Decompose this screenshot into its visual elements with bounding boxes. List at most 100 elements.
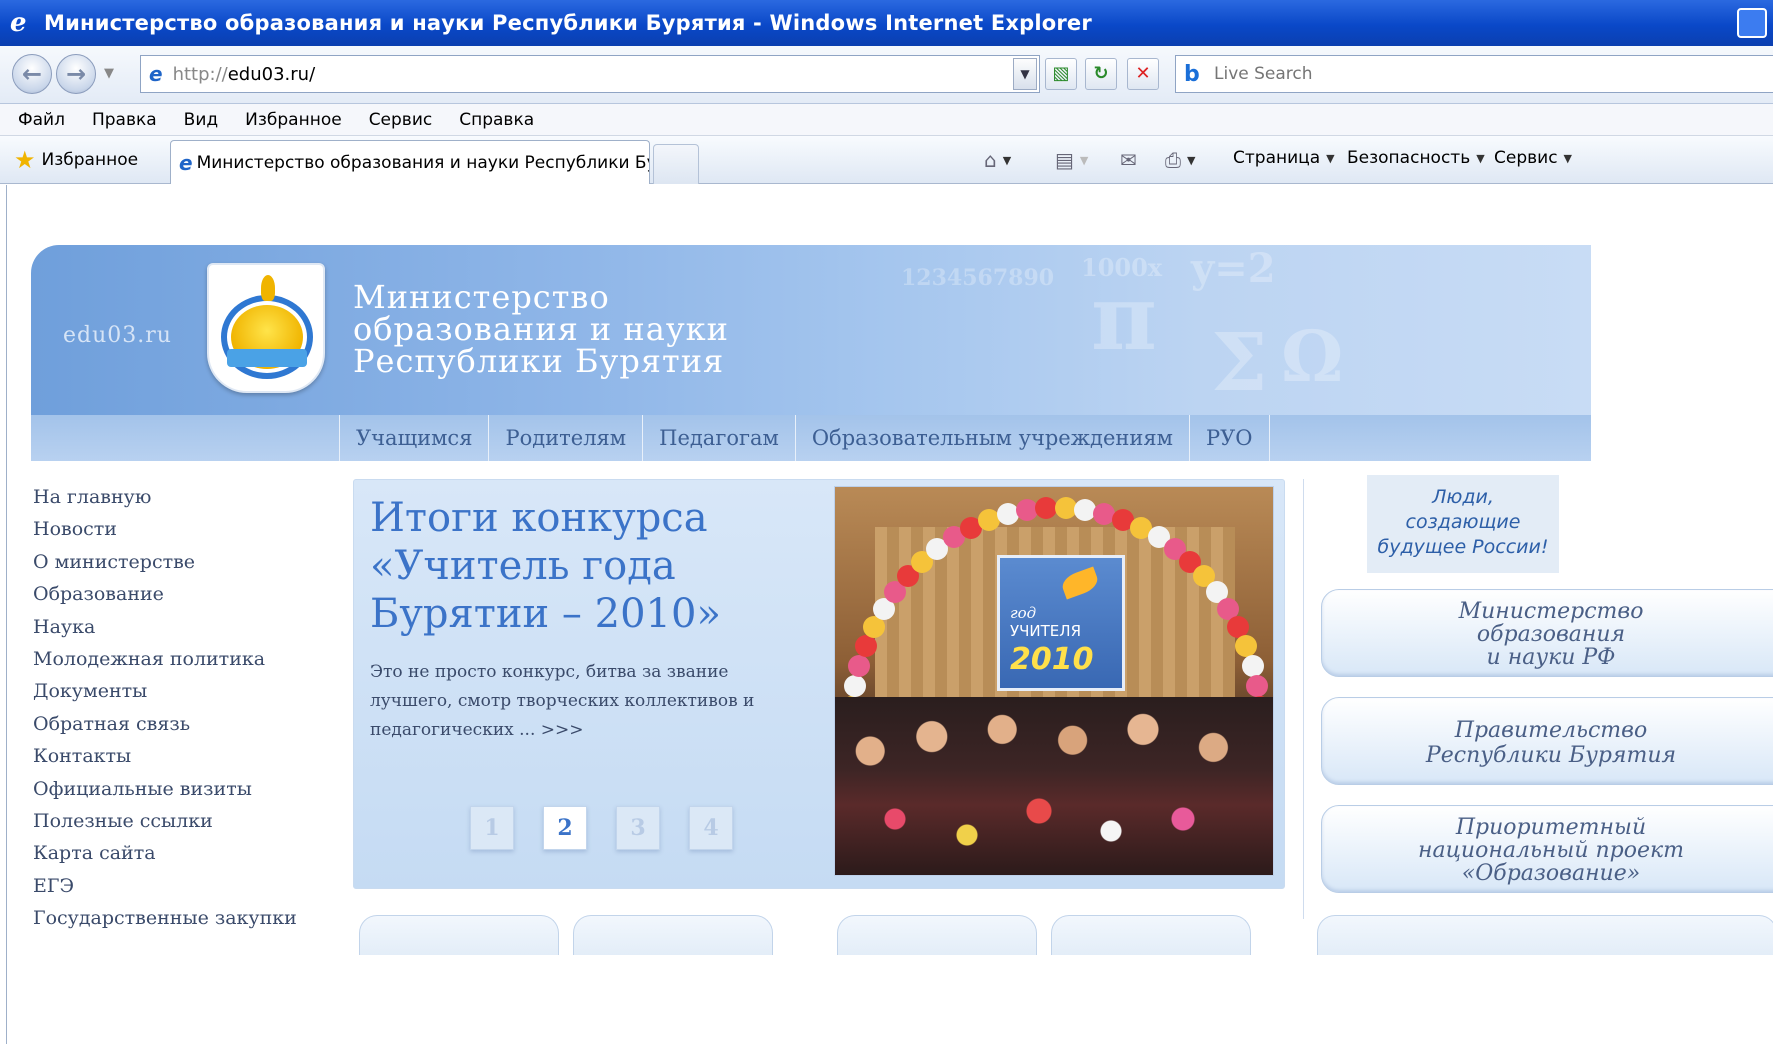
bottom-tab-5[interactable] [1317, 915, 1773, 955]
bottom-tab-3[interactable] [837, 915, 1037, 955]
nav-parents[interactable]: Родителям [489, 415, 644, 461]
menu-favorites[interactable]: Избранное [245, 110, 342, 130]
bird-logo-icon [1059, 566, 1101, 600]
stop-icon[interactable]: ✕ [1127, 58, 1159, 90]
live-search-icon: b [1184, 62, 1200, 87]
url-field[interactable]: e http://edu03.ru/ ▼ [140, 55, 1040, 93]
compatibility-view-icon[interactable]: ▧ [1045, 58, 1077, 90]
feeds-button[interactable]: ▤ ▼ [1055, 148, 1088, 172]
menu-view[interactable]: Вид [184, 110, 218, 130]
printer-icon: ⎙ [1165, 148, 1181, 172]
pager-page-1[interactable]: 1 [470, 806, 514, 850]
back-button[interactable]: ← [12, 54, 52, 94]
tab-page-icon: e [179, 150, 193, 175]
page-menu[interactable]: Страница ▼ [1233, 148, 1335, 168]
read-mail-button[interactable]: ✉ [1120, 148, 1137, 172]
page-content: 1234567890 π Σ Ω 1000x y=2 edu03.ru Мини… [6, 185, 1773, 1044]
tab-active[interactable]: e Министерство образования и науки Респу… [170, 140, 650, 184]
featured-news: Итоги конкурса «Учитель года Бурятии – 2… [353, 479, 1285, 889]
search-input[interactable] [1214, 64, 1614, 84]
balloon [848, 655, 871, 678]
tab-title: Министерство образования и науки Республ… [196, 152, 650, 173]
ie-logo-icon: ℯ [10, 8, 27, 38]
bottom-tab-2[interactable] [573, 915, 773, 955]
menu-tools[interactable]: Сервис [369, 110, 433, 130]
forward-button[interactable]: → [56, 54, 96, 94]
column-divider [1303, 479, 1304, 919]
banner-decor-power: 1000x [1081, 253, 1163, 282]
search-field[interactable]: b [1175, 55, 1773, 93]
balloon [843, 675, 866, 698]
ministry-title[interactable]: Министерство образования и науки Республ… [353, 281, 729, 377]
favorites-button[interactable]: ★ Избранное [14, 146, 138, 174]
banner-decor-digits: 1234567890 [901, 265, 1055, 291]
top-navigation: Учащимся Родителям Педагогам Образовател… [31, 415, 1591, 461]
balloon [1235, 635, 1258, 658]
people-banner[interactable]: Люди, создающие будущее России! [1367, 475, 1559, 573]
menu-bar: Файл Правка Вид Избранное Сервис Справка [0, 104, 1773, 136]
pager-page-3[interactable]: 3 [616, 806, 660, 850]
history-dropdown-icon[interactable]: ▼ [104, 66, 114, 81]
menu-link-useful-links[interactable]: Полезные ссылки [33, 805, 333, 837]
menu-link-procurement[interactable]: Государственные закупки [33, 902, 333, 934]
tools-menu[interactable]: Сервис ▼ [1494, 148, 1572, 168]
menu-link-documents[interactable]: Документы [33, 675, 333, 707]
menu-link-news[interactable]: Новости [33, 513, 333, 545]
site-banner: 1234567890 π Σ Ω 1000x y=2 edu03.ru Мини… [31, 245, 1591, 415]
bottom-tab-4[interactable] [1051, 915, 1251, 955]
rss-icon: ▤ [1055, 148, 1074, 172]
pager-page-2[interactable]: 2 [543, 806, 587, 850]
banner-decor-omega: Ω [1281, 315, 1344, 398]
buryatia-coat-of-arms-icon[interactable] [207, 263, 325, 393]
address-bar: ← → ▼ e http://edu03.ru/ ▼ ▧ ↻ ✕ b [0, 46, 1773, 104]
window-titlebar: ℯ Министерство образования и науки Респу… [0, 0, 1773, 46]
menu-link-contacts[interactable]: Контакты [33, 740, 333, 772]
menu-link-youth-policy[interactable]: Молодежная политика [33, 643, 333, 675]
menu-link-official-visits[interactable]: Официальные визиты [33, 773, 333, 805]
menu-link-science[interactable]: Наука [33, 611, 333, 643]
link-government-buryatia[interactable]: Правительство Республики Бурятия [1321, 697, 1773, 785]
menu-file[interactable]: Файл [18, 110, 65, 130]
banner-decor-formula: y=2 [1191, 245, 1276, 292]
mail-icon: ✉ [1120, 148, 1137, 172]
nav-teachers[interactable]: Педагогам [643, 415, 796, 461]
home-button[interactable]: ⌂ ▼ [984, 148, 1011, 172]
menu-link-education[interactable]: Образование [33, 578, 333, 610]
featured-photo[interactable]: год УЧИТЕЛЯ 2010 [834, 486, 1274, 876]
new-tab-button[interactable] [653, 144, 699, 184]
site-domain: edu03.ru [63, 323, 172, 348]
security-menu[interactable]: Безопасность ▼ [1347, 148, 1485, 168]
menu-help[interactable]: Справка [459, 110, 534, 130]
balloon [854, 635, 877, 658]
url-dropdown-icon[interactable]: ▼ [1013, 58, 1037, 90]
menu-link-feedback[interactable]: Обратная связь [33, 708, 333, 740]
print-button[interactable]: ⎙ ▼ [1165, 148, 1195, 172]
url-text[interactable]: http://edu03.ru/ [173, 64, 316, 85]
pager-page-4[interactable]: 4 [689, 806, 733, 850]
nav-institutions[interactable]: Образовательным учреждениям [796, 415, 1190, 461]
menu-link-ege[interactable]: ЕГЭ [33, 870, 333, 902]
link-ministry-rf[interactable]: Министерство образования и науки РФ [1321, 589, 1773, 677]
menu-link-home[interactable]: На главную [33, 481, 333, 513]
menu-link-about[interactable]: О министерстве [33, 546, 333, 578]
favorites-bar: ★ Избранное e Министерство образования и… [0, 136, 1773, 184]
teacher-year-poster: год УЧИТЕЛЯ 2010 [997, 555, 1125, 691]
menu-edit[interactable]: Правка [92, 110, 157, 130]
featured-text[interactable]: Это не просто конкурс, битва за звание л… [370, 658, 810, 745]
featured-title[interactable]: Итоги конкурса «Учитель года Бурятии – 2… [370, 494, 810, 638]
banner-decor-sigma: Σ [1211, 315, 1268, 409]
slide-pager: 1 2 3 4 [470, 806, 762, 850]
page-icon: e [149, 62, 163, 86]
minimize-button[interactable] [1737, 8, 1767, 38]
link-national-project[interactable]: Приоритетный национальный проект «Образо… [1321, 805, 1773, 893]
balloon [1241, 655, 1264, 678]
refresh-icon[interactable]: ↻ [1085, 58, 1117, 90]
balloon [1246, 675, 1269, 698]
balloon [1035, 497, 1058, 520]
menu-link-sitemap[interactable]: Карта сайта [33, 837, 333, 869]
star-icon: ★ [14, 146, 36, 174]
window-title: Министерство образования и науки Республ… [44, 11, 1092, 35]
nav-students[interactable]: Учащимся [339, 415, 490, 461]
bottom-tab-1[interactable] [359, 915, 559, 955]
nav-ruo[interactable]: РУО [1190, 415, 1270, 461]
